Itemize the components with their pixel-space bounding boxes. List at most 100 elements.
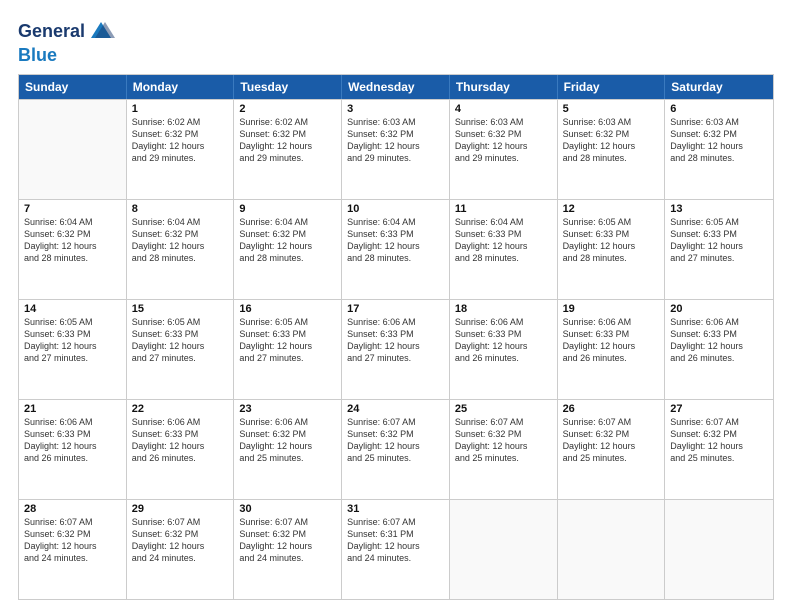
day-cell-21: 21Sunrise: 6:06 AM Sunset: 6:33 PM Dayli… bbox=[19, 400, 127, 499]
day-cell-1: 1Sunrise: 6:02 AM Sunset: 6:32 PM Daylig… bbox=[127, 100, 235, 199]
header-day-wednesday: Wednesday bbox=[342, 75, 450, 99]
day-details: Sunrise: 6:02 AM Sunset: 6:32 PM Dayligh… bbox=[132, 116, 229, 165]
day-cell-26: 26Sunrise: 6:07 AM Sunset: 6:32 PM Dayli… bbox=[558, 400, 666, 499]
day-details: Sunrise: 6:03 AM Sunset: 6:32 PM Dayligh… bbox=[455, 116, 552, 165]
day-cell-13: 13Sunrise: 6:05 AM Sunset: 6:33 PM Dayli… bbox=[665, 200, 773, 299]
day-cell-31: 31Sunrise: 6:07 AM Sunset: 6:31 PM Dayli… bbox=[342, 500, 450, 599]
day-cell-30: 30Sunrise: 6:07 AM Sunset: 6:32 PM Dayli… bbox=[234, 500, 342, 599]
day-number: 15 bbox=[132, 303, 229, 315]
day-cell-9: 9Sunrise: 6:04 AM Sunset: 6:32 PM Daylig… bbox=[234, 200, 342, 299]
day-cell-8: 8Sunrise: 6:04 AM Sunset: 6:32 PM Daylig… bbox=[127, 200, 235, 299]
calendar-body: 1Sunrise: 6:02 AM Sunset: 6:32 PM Daylig… bbox=[19, 99, 773, 599]
day-cell-29: 29Sunrise: 6:07 AM Sunset: 6:32 PM Dayli… bbox=[127, 500, 235, 599]
day-number: 4 bbox=[455, 103, 552, 115]
day-details: Sunrise: 6:05 AM Sunset: 6:33 PM Dayligh… bbox=[24, 316, 121, 365]
day-number: 29 bbox=[132, 503, 229, 515]
day-details: Sunrise: 6:06 AM Sunset: 6:33 PM Dayligh… bbox=[455, 316, 552, 365]
logo-general: General bbox=[18, 22, 85, 42]
day-details: Sunrise: 6:06 AM Sunset: 6:33 PM Dayligh… bbox=[24, 416, 121, 465]
day-cell-5: 5Sunrise: 6:03 AM Sunset: 6:32 PM Daylig… bbox=[558, 100, 666, 199]
day-number: 28 bbox=[24, 503, 121, 515]
day-number: 31 bbox=[347, 503, 444, 515]
day-details: Sunrise: 6:04 AM Sunset: 6:32 PM Dayligh… bbox=[239, 216, 336, 265]
header-day-tuesday: Tuesday bbox=[234, 75, 342, 99]
day-number: 27 bbox=[670, 403, 768, 415]
day-cell-17: 17Sunrise: 6:06 AM Sunset: 6:33 PM Dayli… bbox=[342, 300, 450, 399]
day-cell-11: 11Sunrise: 6:04 AM Sunset: 6:33 PM Dayli… bbox=[450, 200, 558, 299]
day-details: Sunrise: 6:04 AM Sunset: 6:33 PM Dayligh… bbox=[347, 216, 444, 265]
day-details: Sunrise: 6:06 AM Sunset: 6:33 PM Dayligh… bbox=[563, 316, 660, 365]
empty-cell bbox=[450, 500, 558, 599]
day-details: Sunrise: 6:05 AM Sunset: 6:33 PM Dayligh… bbox=[239, 316, 336, 365]
day-number: 7 bbox=[24, 203, 121, 215]
day-details: Sunrise: 6:05 AM Sunset: 6:33 PM Dayligh… bbox=[132, 316, 229, 365]
header-day-monday: Monday bbox=[127, 75, 235, 99]
day-details: Sunrise: 6:07 AM Sunset: 6:32 PM Dayligh… bbox=[239, 516, 336, 565]
day-cell-19: 19Sunrise: 6:06 AM Sunset: 6:33 PM Dayli… bbox=[558, 300, 666, 399]
day-number: 10 bbox=[347, 203, 444, 215]
day-number: 8 bbox=[132, 203, 229, 215]
day-details: Sunrise: 6:07 AM Sunset: 6:32 PM Dayligh… bbox=[670, 416, 768, 465]
header-day-friday: Friday bbox=[558, 75, 666, 99]
day-details: Sunrise: 6:07 AM Sunset: 6:32 PM Dayligh… bbox=[347, 416, 444, 465]
day-number: 5 bbox=[563, 103, 660, 115]
day-details: Sunrise: 6:05 AM Sunset: 6:33 PM Dayligh… bbox=[563, 216, 660, 265]
day-number: 23 bbox=[239, 403, 336, 415]
day-details: Sunrise: 6:07 AM Sunset: 6:32 PM Dayligh… bbox=[132, 516, 229, 565]
week-row-3: 21Sunrise: 6:06 AM Sunset: 6:33 PM Dayli… bbox=[19, 399, 773, 499]
day-number: 13 bbox=[670, 203, 768, 215]
logo-icon bbox=[87, 18, 115, 46]
day-details: Sunrise: 6:04 AM Sunset: 6:32 PM Dayligh… bbox=[132, 216, 229, 265]
day-details: Sunrise: 6:04 AM Sunset: 6:33 PM Dayligh… bbox=[455, 216, 552, 265]
day-cell-22: 22Sunrise: 6:06 AM Sunset: 6:33 PM Dayli… bbox=[127, 400, 235, 499]
day-cell-23: 23Sunrise: 6:06 AM Sunset: 6:32 PM Dayli… bbox=[234, 400, 342, 499]
header-day-sunday: Sunday bbox=[19, 75, 127, 99]
day-cell-14: 14Sunrise: 6:05 AM Sunset: 6:33 PM Dayli… bbox=[19, 300, 127, 399]
day-number: 11 bbox=[455, 203, 552, 215]
day-number: 17 bbox=[347, 303, 444, 315]
day-cell-15: 15Sunrise: 6:05 AM Sunset: 6:33 PM Dayli… bbox=[127, 300, 235, 399]
page: General Blue SundayMondayTuesdayWednesda… bbox=[0, 0, 792, 612]
week-row-4: 28Sunrise: 6:07 AM Sunset: 6:32 PM Dayli… bbox=[19, 499, 773, 599]
day-details: Sunrise: 6:07 AM Sunset: 6:32 PM Dayligh… bbox=[563, 416, 660, 465]
header-day-saturday: Saturday bbox=[665, 75, 773, 99]
week-row-0: 1Sunrise: 6:02 AM Sunset: 6:32 PM Daylig… bbox=[19, 99, 773, 199]
day-number: 12 bbox=[563, 203, 660, 215]
day-number: 18 bbox=[455, 303, 552, 315]
day-cell-16: 16Sunrise: 6:05 AM Sunset: 6:33 PM Dayli… bbox=[234, 300, 342, 399]
day-number: 9 bbox=[239, 203, 336, 215]
day-details: Sunrise: 6:06 AM Sunset: 6:32 PM Dayligh… bbox=[239, 416, 336, 465]
week-row-1: 7 Sunrise: 6:04 AM Sunset: 6:32 PM Daylig… bbox=[19, 199, 773, 299]
day-number: 22 bbox=[132, 403, 229, 415]
calendar-header: SundayMondayTuesdayWednesdayThursdayFrid… bbox=[19, 75, 773, 99]
logo: General Blue bbox=[18, 18, 115, 66]
day-number: 20 bbox=[670, 303, 768, 315]
day-details: Sunrise: 6:07 AM Sunset: 6:32 PM Dayligh… bbox=[455, 416, 552, 465]
day-details: Sunrise: 6:07 AM Sunset: 6:32 PM Dayligh… bbox=[24, 516, 121, 565]
day-details: Sunrise: 6:03 AM Sunset: 6:32 PM Dayligh… bbox=[563, 116, 660, 165]
day-cell-24: 24Sunrise: 6:07 AM Sunset: 6:32 PM Dayli… bbox=[342, 400, 450, 499]
day-cell-4: 4Sunrise: 6:03 AM Sunset: 6:32 PM Daylig… bbox=[450, 100, 558, 199]
day-details: Sunrise: 6:02 AM Sunset: 6:32 PM Dayligh… bbox=[239, 116, 336, 165]
day-cell-7: 7Sunrise: 6:04 AM Sunset: 6:32 PM Daylig… bbox=[19, 200, 127, 299]
day-number: 2 bbox=[239, 103, 336, 115]
header-day-thursday: Thursday bbox=[450, 75, 558, 99]
day-number: 1 bbox=[132, 103, 229, 115]
empty-cell bbox=[665, 500, 773, 599]
day-cell-3: 3Sunrise: 6:03 AM Sunset: 6:32 PM Daylig… bbox=[342, 100, 450, 199]
empty-cell bbox=[558, 500, 666, 599]
week-row-2: 14Sunrise: 6:05 AM Sunset: 6:33 PM Dayli… bbox=[19, 299, 773, 399]
day-details: Sunrise: 6:03 AM Sunset: 6:32 PM Dayligh… bbox=[347, 116, 444, 165]
calendar: SundayMondayTuesdayWednesdayThursdayFrid… bbox=[18, 74, 774, 600]
day-cell-28: 28Sunrise: 6:07 AM Sunset: 6:32 PM Dayli… bbox=[19, 500, 127, 599]
day-cell-27: 27Sunrise: 6:07 AM Sunset: 6:32 PM Dayli… bbox=[665, 400, 773, 499]
day-number: 19 bbox=[563, 303, 660, 315]
day-number: 16 bbox=[239, 303, 336, 315]
day-details: Sunrise: 6:07 AM Sunset: 6:31 PM Dayligh… bbox=[347, 516, 444, 565]
day-number: 14 bbox=[24, 303, 121, 315]
day-cell-12: 12Sunrise: 6:05 AM Sunset: 6:33 PM Dayli… bbox=[558, 200, 666, 299]
logo-blue: Blue bbox=[18, 45, 57, 65]
day-cell-20: 20Sunrise: 6:06 AM Sunset: 6:33 PM Dayli… bbox=[665, 300, 773, 399]
day-number: 6 bbox=[670, 103, 768, 115]
empty-cell bbox=[19, 100, 127, 199]
